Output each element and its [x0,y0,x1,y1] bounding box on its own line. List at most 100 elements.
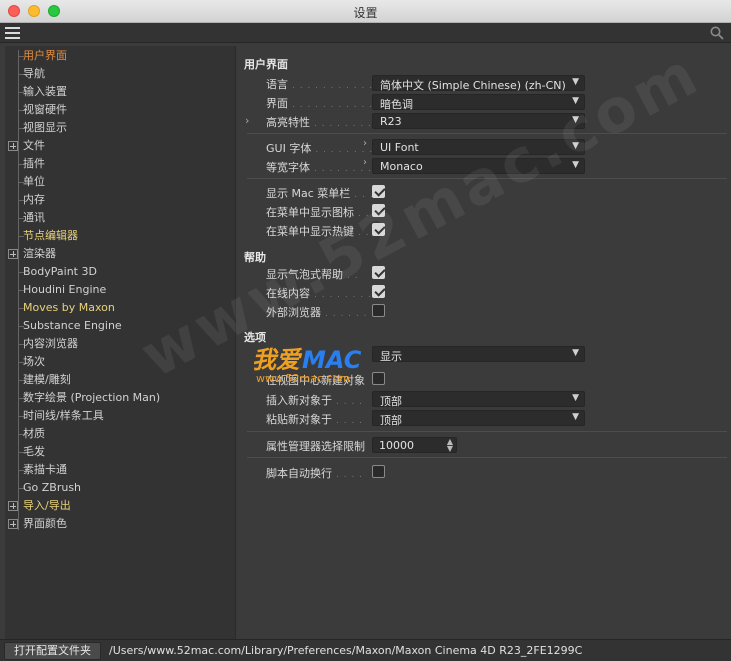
script-wrap-checkbox[interactable] [372,465,385,478]
window-title: 设置 [353,6,378,20]
sidebar-item-user-interface[interactable]: 用户界面 [5,47,236,65]
sidebar-item-label: 界面颜色 [23,517,67,530]
bubble-help-checkbox[interactable] [372,266,385,279]
gui-font-label: GUI 字体. . . . . . . . [266,142,374,155]
insert-new-value: 顶部 [380,395,402,408]
chevron-down-icon: ▼ [572,115,579,125]
mono-font-label: 等宽字体. . . . . . . . [266,161,372,174]
expand-plus-icon[interactable] [8,141,18,151]
sidebar-item-materials[interactable]: 材质 [5,425,236,443]
gui-font-select[interactable]: UI Font ▼ [372,139,585,155]
option-select[interactable]: 显示 ▼ [372,346,585,363]
script-wrap-label: 脚本自动换行. . . . [266,467,364,480]
theme-label: 界面. . . . . . . . . . . . [266,97,381,110]
sidebar-item-label: 用户界面 [23,49,67,62]
language-value: 简体中文 (Simple Chinese) (zh-CN) [380,79,566,92]
chevron-down-icon: ▼ [572,77,579,87]
sidebar-item-houdini-engine[interactable]: Houdini Engine [5,281,236,299]
sidebar-item-modeling-sculpting[interactable]: 建模/雕刻 [5,371,236,389]
create-in-view-checkbox[interactable] [372,372,385,385]
sidebar-item-content-browser[interactable]: 内容浏览器 [5,335,236,353]
expand-plus-icon[interactable] [8,519,18,529]
show-menu-hotkeys-label: 在菜单中显示热键. . [266,225,370,238]
paste-new-select[interactable]: 顶部 ▼ [372,410,585,427]
highlight-value: R23 [380,115,402,128]
sidebar-item-label: Go ZBrush [23,481,82,494]
sidebar-item-label: 文件 [23,139,45,152]
sidebar-item-label: 导入/导出 [23,499,71,512]
sidebar-item-takes[interactable]: 场次 [5,353,236,371]
search-icon[interactable] [709,25,725,41]
expand-plus-icon[interactable] [8,249,18,259]
chevron-right-icon[interactable]: › [363,138,367,149]
sidebar-item-scheme-colors[interactable]: 界面颜色 [5,515,236,533]
sidebar-item-timeline-spline[interactable]: 时间线/样条工具 [5,407,236,425]
show-menu-icons-checkbox[interactable] [372,204,385,217]
sidebar-item-label: 建模/雕刻 [23,373,71,386]
section-title-user-interface: 用户界面 [244,58,288,71]
divider [247,133,727,134]
sidebar-item-go-zbrush[interactable]: Go ZBrush [5,479,236,497]
sidebar-item-view-display[interactable]: 视图显示 [5,119,236,137]
expand-plus-icon[interactable] [8,501,18,511]
chevron-down-icon: ▼ [572,412,579,422]
sidebar-item-memory[interactable]: 内存 [5,191,236,209]
insert-new-select[interactable]: 顶部 ▼ [372,391,585,408]
sidebar-item-label: Houdini Engine [23,283,107,296]
sidebar-item-sketch-toon[interactable]: 素描卡通 [5,461,236,479]
section-title-help: 帮助 [244,251,266,264]
sidebar-item-communication[interactable]: 通讯 [5,209,236,227]
theme-select[interactable]: 暗色调 ▼ [372,94,585,111]
paste-new-label: 粘贴新对象于. . . . [266,413,364,426]
sidebar-item-label: 数字绘景 (Projection Man) [23,391,161,404]
chevron-down-icon: ▼ [572,96,579,106]
sidebar-item-label: 内容浏览器 [23,337,78,350]
open-config-folder-button[interactable]: 打开配置文件夹 [4,642,101,660]
sidebar-item-projection-man[interactable]: 数字绘景 (Projection Man) [5,389,236,407]
sidebar-item-plugins[interactable]: 插件 [5,155,236,173]
sidebar-item-bodypaint-3d[interactable]: BodyPaint 3D [5,263,236,281]
sidebar-item-input-devices[interactable]: 输入装置 [5,83,236,101]
show-mac-menubar-checkbox[interactable] [372,185,385,198]
mono-font-select[interactable]: Monaco ▼ [372,158,585,174]
chevron-right-icon[interactable]: › [245,114,249,127]
sidebar-item-node-editor[interactable]: 节点编辑器 [5,227,236,245]
section-title-options: 选项 [244,331,266,344]
hamburger-menu-icon[interactable] [5,27,20,39]
chevron-right-icon[interactable]: › [363,157,367,168]
language-select[interactable]: 简体中文 (Simple Chinese) (zh-CN) ▼ [372,75,585,92]
toolbar [0,23,731,43]
insert-new-label: 插入新对象于. . . . [266,394,364,407]
sidebar-item-moves-by-maxon[interactable]: Moves by Maxon [5,299,236,317]
sidebar-item-hair[interactable]: 毛发 [5,443,236,461]
sidebar-item-files[interactable]: 文件 [5,137,236,155]
stepper-arrows-icon[interactable]: ▲ ▼ [447,438,453,453]
chevron-down-icon: ▼ [572,348,579,358]
sidebar-item-label: 通讯 [23,211,45,224]
sidebar-item-import-export[interactable]: 导入/导出 [5,497,236,515]
sidebar-item-label: 素描卡通 [23,463,67,476]
attr-limit-input[interactable]: 10000 ▲ ▼ [372,437,457,453]
online-content-label: 在线内容. . . . . . . . [266,287,372,300]
sidebar-item-navigation[interactable]: 导航 [5,65,236,83]
mono-font-value: Monaco [380,160,423,173]
sidebar-item-units[interactable]: 单位 [5,173,236,191]
settings-category-tree: 用户界面 导航 输入装置 视窗硬件 视图显示 文件 插件 单位 内存 通讯 节点… [5,46,236,639]
divider [247,431,727,432]
chevron-down-icon: ▼ [572,141,579,151]
sidebar-item-label: 节点编辑器 [23,229,78,242]
sidebar-item-substance-engine[interactable]: Substance Engine [5,317,236,335]
sidebar-item-viewport-hardware[interactable]: 视窗硬件 [5,101,236,119]
create-in-view-label: 在视图中心新建对象 [266,374,365,387]
sidebar-item-renderer[interactable]: 渲染器 [5,245,236,263]
external-browser-checkbox[interactable] [372,304,385,317]
show-menu-icons-label: 在菜单中显示图标. . [266,206,370,219]
sidebar-item-label: 输入装置 [23,85,67,98]
divider [247,178,727,179]
show-menu-hotkeys-checkbox[interactable] [372,223,385,236]
option-value: 显示 [380,350,402,363]
sidebar-item-label: BodyPaint 3D [23,265,97,278]
online-content-checkbox[interactable] [372,285,385,298]
highlight-select[interactable]: R23 ▼ [372,113,585,129]
sidebar-item-label: 视图显示 [23,121,67,134]
